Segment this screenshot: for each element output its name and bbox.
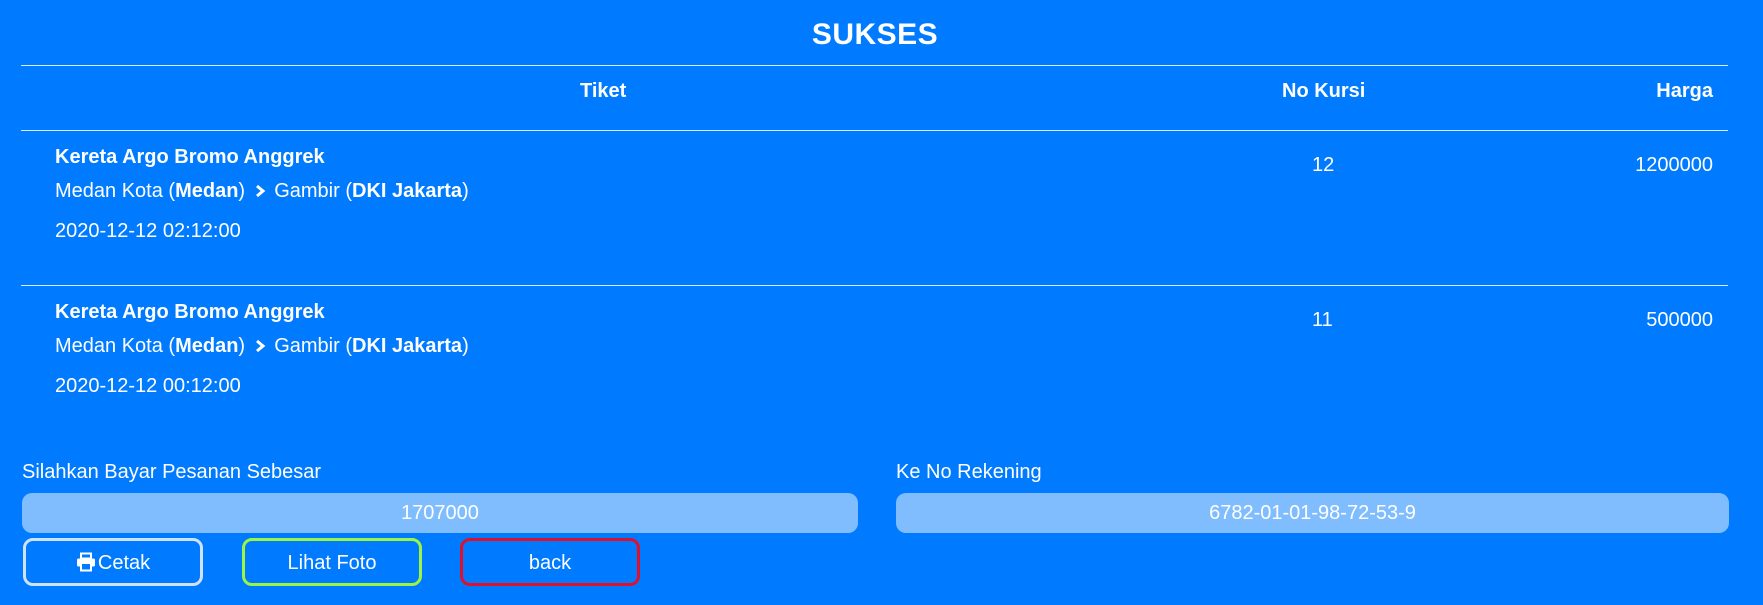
chevron-right-icon — [255, 339, 265, 353]
destination-city: DKI Jakarta — [352, 180, 463, 202]
origin-city: Medan — [175, 180, 239, 202]
destination-station: Gambir — [274, 335, 340, 357]
header-divider — [21, 130, 1728, 131]
account-number-field[interactable] — [896, 493, 1729, 533]
account-label: Ke No Rekening — [896, 461, 1042, 483]
origin-station: Medan Kota — [55, 180, 163, 202]
back-button[interactable]: back — [460, 538, 640, 586]
route: Medan Kota (Medan) Gambir (DKI Jakarta) — [55, 180, 469, 202]
train-name: Kereta Argo Bromo Anggrek — [55, 301, 325, 323]
row-divider — [21, 285, 1728, 286]
departure-datetime: 2020-12-12 00:12:00 — [55, 375, 241, 397]
destination-city: DKI Jakarta — [352, 335, 463, 357]
seat-number: 12 — [1312, 154, 1335, 176]
printer-icon — [76, 552, 95, 572]
view-photo-button[interactable]: Lihat Foto — [242, 538, 422, 586]
departure-datetime: 2020-12-12 02:12:00 — [55, 220, 241, 242]
seat-number: 11 — [1312, 309, 1333, 331]
ticket-price: 500000 — [1646, 309, 1713, 331]
header-price: Harga — [1656, 80, 1713, 102]
table-row: Kereta Argo Bromo Anggrek Medan Kota (Me… — [0, 301, 1763, 441]
origin-city: Medan — [175, 335, 239, 357]
ticket-price: 1200000 — [1635, 154, 1713, 176]
route: Medan Kota (Medan) Gambir (DKI Jakarta) — [55, 335, 469, 357]
train-name: Kereta Argo Bromo Anggrek — [55, 146, 325, 168]
header-ticket: Tiket — [580, 80, 627, 102]
amount-label: Silahkan Bayar Pesanan Sebesar — [22, 461, 322, 483]
title-divider — [21, 65, 1728, 66]
chevron-right-icon — [255, 184, 265, 198]
header-seat: No Kursi — [1282, 80, 1366, 102]
print-button[interactable]: Cetak — [23, 538, 203, 586]
print-button-label: Cetak — [97, 552, 151, 574]
origin-station: Medan Kota — [55, 335, 163, 357]
view-photo-button-label: Lihat Foto — [287, 552, 377, 574]
table-row: Kereta Argo Bromo Anggrek Medan Kota (Me… — [0, 146, 1763, 286]
destination-station: Gambir — [274, 180, 340, 202]
back-button-label: back — [528, 552, 572, 574]
page-title: SUKSES — [811, 18, 939, 51]
amount-field[interactable] — [22, 493, 858, 533]
